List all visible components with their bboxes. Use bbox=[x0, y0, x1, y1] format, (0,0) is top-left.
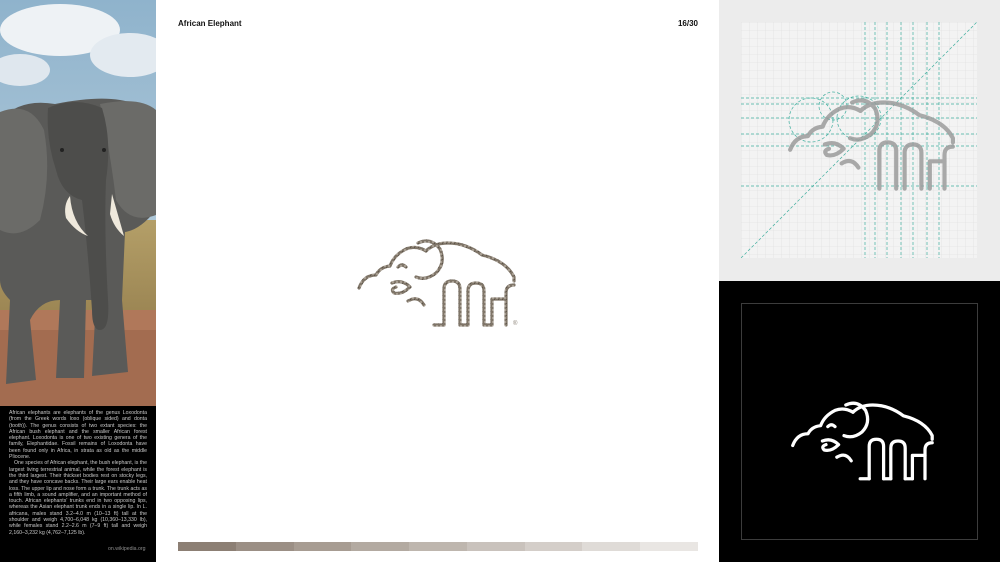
page-indicator: 16/30 bbox=[677, 19, 698, 28]
description-paragraph-1: African elephants are elephants of the g… bbox=[9, 410, 147, 461]
swatch bbox=[524, 542, 583, 551]
grid-sheet bbox=[740, 21, 978, 259]
swatch bbox=[178, 542, 236, 551]
source-link[interactable]: on.wikipedia.org bbox=[108, 546, 146, 552]
registered-mark-icon: ® bbox=[513, 320, 518, 327]
color-palette bbox=[178, 542, 699, 551]
swatch bbox=[235, 542, 294, 551]
info-column: African elephants are elephants of the g… bbox=[0, 0, 156, 562]
swatch bbox=[640, 542, 699, 551]
construction-grid-panel bbox=[719, 0, 1000, 281]
swatch bbox=[409, 542, 467, 551]
swatch bbox=[582, 542, 641, 551]
page-title: African Elephant bbox=[178, 19, 242, 28]
swatch bbox=[351, 542, 410, 551]
swatch bbox=[466, 542, 525, 551]
elephant-logo-icon: ® bbox=[357, 239, 518, 327]
description-paragraph-2: One species of African elephant, the bus… bbox=[9, 460, 147, 536]
description-text: African elephants are elephants of the g… bbox=[9, 410, 147, 536]
dark-logo-frame bbox=[741, 303, 978, 540]
dark-logo-panel bbox=[719, 281, 1000, 562]
swatch bbox=[293, 542, 352, 551]
elephant-logo-icon bbox=[791, 401, 934, 481]
main-panel: African Elephant 16/30 ® bbox=[156, 0, 718, 562]
elephant-photo bbox=[0, 0, 156, 406]
